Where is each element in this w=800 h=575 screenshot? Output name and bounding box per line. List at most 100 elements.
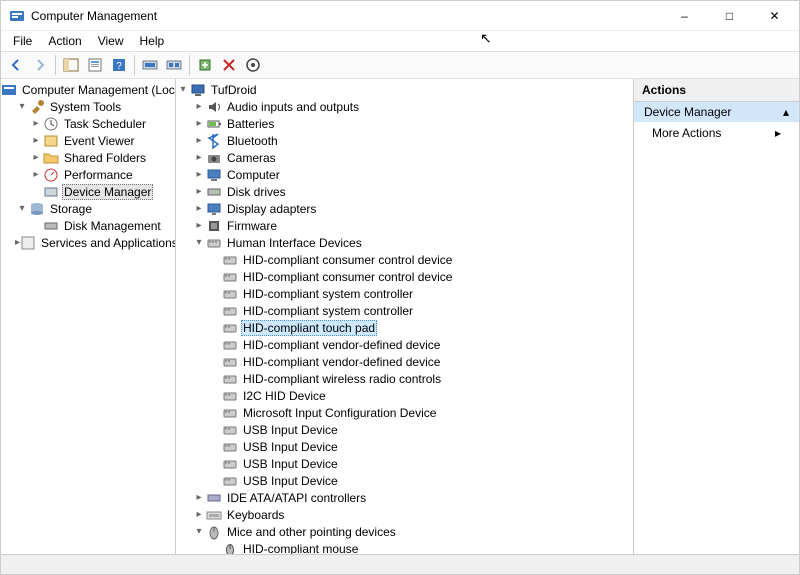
device-label: Display adapters (225, 202, 318, 216)
chevron-down-icon[interactable]: ▾ (192, 526, 206, 537)
ide-icon (206, 490, 222, 506)
clock-icon (43, 116, 59, 132)
back-button[interactable] (5, 54, 27, 76)
chevron-down-icon[interactable]: ▾ (15, 101, 29, 112)
category-audio[interactable]: ▸Audio inputs and outputs (176, 98, 633, 115)
device-item[interactable]: USB Input Device (176, 455, 633, 472)
chevron-right-icon[interactable]: ▸ (192, 169, 206, 180)
chevron-down-icon[interactable]: ▾ (192, 237, 206, 248)
device-item[interactable]: USB Input Device (176, 421, 633, 438)
chevron-right-icon[interactable]: ▸ (29, 152, 43, 163)
device-item[interactable]: HID-compliant system controller (176, 302, 633, 319)
console-tree[interactable]: Computer Management (Local) ▾ System Too… (1, 79, 176, 554)
device-label: HID-compliant vendor-defined device (241, 338, 442, 352)
device-label: HID-compliant vendor-defined device (241, 355, 442, 369)
uninstall-device-button[interactable] (218, 54, 240, 76)
device-label: HID-compliant mouse (241, 542, 360, 555)
menu-view[interactable]: View (90, 32, 132, 50)
view-resources-button[interactable] (163, 54, 185, 76)
device-item[interactable]: Microsoft Input Configuration Device (176, 404, 633, 421)
chevron-right-icon[interactable]: ▸ (192, 135, 206, 146)
tree-device-manager[interactable]: Device Manager (1, 183, 175, 200)
tree-services-apps[interactable]: ▸ Services and Applications (1, 234, 175, 251)
device-item[interactable]: HID-compliant mouse (176, 540, 633, 554)
help-button[interactable]: ? (108, 54, 130, 76)
chevron-right-icon[interactable]: ▸ (192, 118, 206, 129)
tools-icon (29, 99, 45, 115)
performance-icon (43, 167, 59, 183)
device-label: Mice and other pointing devices (225, 525, 398, 539)
view-devices-button[interactable] (139, 54, 161, 76)
category-mice[interactable]: ▾ Mice and other pointing devices (176, 523, 633, 540)
tree-shared-folders[interactable]: ▸ Shared Folders (1, 149, 175, 166)
show-hide-tree-button[interactable] (60, 54, 82, 76)
chevron-right-icon[interactable]: ▸ (192, 101, 206, 112)
device-item[interactable]: HID-compliant system controller (176, 285, 633, 302)
chevron-down-icon[interactable]: ▾ (176, 84, 190, 95)
tree-event-viewer[interactable]: ▸ Event Viewer (1, 132, 175, 149)
device-item[interactable]: HID-compliant vendor-defined device (176, 336, 633, 353)
category-display[interactable]: ▸ Display adapters (176, 200, 633, 217)
tree-disk-management[interactable]: Disk Management (1, 217, 175, 234)
device-label: IDE ATA/ATAPI controllers (225, 491, 368, 505)
category-ide[interactable]: ▸ IDE ATA/ATAPI controllers (176, 489, 633, 506)
category-keyboards[interactable]: ▸Keyboards (176, 506, 633, 523)
device-label: Firmware (225, 219, 279, 233)
category-disk[interactable]: ▸Disk drives (176, 183, 633, 200)
tree-system-tools[interactable]: ▾ System Tools (1, 98, 175, 115)
tree-performance[interactable]: ▸ Performance (1, 166, 175, 183)
chevron-right-icon[interactable]: ▸ (192, 492, 206, 503)
chevron-right-icon[interactable]: ▸ (192, 186, 206, 197)
chevron-right-icon[interactable]: ▸ (29, 169, 43, 180)
tree-root[interactable]: Computer Management (Local) (1, 81, 175, 98)
category-batteries[interactable]: ▸Batteries (176, 115, 633, 132)
category-hid[interactable]: ▾Human Interface Devices (176, 234, 633, 251)
device-item[interactable]: HID-compliant touch pad (176, 319, 633, 336)
category-computer[interactable]: ▸Computer (176, 166, 633, 183)
chevron-right-icon[interactable]: ▸ (29, 118, 43, 129)
category-bluetooth[interactable]: ▸Bluetooth (176, 132, 633, 149)
device-root[interactable]: ▾TufDroid (176, 81, 633, 98)
device-item[interactable]: USB Input Device (176, 472, 633, 489)
properties-icon-button[interactable] (84, 54, 106, 76)
tree-task-scheduler[interactable]: ▸ Task Scheduler (1, 115, 175, 132)
toolbar-separator (134, 55, 135, 75)
chevron-right-icon[interactable]: ▸ (192, 220, 206, 231)
chevron-right-icon[interactable]: ▸ (29, 135, 43, 146)
computer-icon (206, 167, 222, 183)
menu-file[interactable]: File (5, 32, 40, 50)
category-firmware[interactable]: ▸ Firmware (176, 217, 633, 234)
device-label: Microsoft Input Configuration Device (241, 406, 438, 420)
chevron-down-icon[interactable]: ▾ (15, 203, 29, 214)
close-button[interactable]: ✕ (752, 1, 797, 30)
device-tree[interactable]: ▾TufDroid▸Audio inputs and outputs▸Batte… (176, 79, 634, 554)
device-item[interactable]: HID-compliant consumer control device (176, 268, 633, 285)
forward-button[interactable] (29, 54, 51, 76)
hidchild-icon (222, 354, 238, 370)
category-cameras[interactable]: ▸ Cameras (176, 149, 633, 166)
device-item[interactable]: HID-compliant wireless radio controls (176, 370, 633, 387)
chevron-right-icon[interactable]: ▸ (192, 203, 206, 214)
chevron-right-icon[interactable]: ▸ (192, 509, 206, 520)
toolbar: ? (1, 51, 799, 79)
menu-help[interactable]: Help (132, 32, 173, 50)
menu-action[interactable]: Action (40, 32, 89, 50)
scan-hardware-button[interactable] (242, 54, 264, 76)
hidchild-icon (222, 303, 238, 319)
maximize-button[interactable]: □ (707, 1, 752, 30)
chevron-right-icon[interactable]: ▸ (192, 152, 206, 163)
tree-storage[interactable]: ▾ Storage (1, 200, 175, 217)
device-item[interactable]: I2C HID Device (176, 387, 633, 404)
device-label: I2C HID Device (241, 389, 328, 403)
actions-section-device-manager[interactable]: Device Manager ▴ (634, 102, 799, 122)
bluetooth-icon (206, 133, 222, 149)
device-item[interactable]: HID-compliant consumer control device (176, 251, 633, 268)
device-label: Cameras (225, 151, 278, 165)
actions-more[interactable]: More Actions ▸ (634, 122, 799, 144)
hid-icon (206, 235, 222, 251)
device-item[interactable]: USB Input Device (176, 438, 633, 455)
update-driver-button[interactable] (194, 54, 216, 76)
minimize-button[interactable]: – (662, 1, 707, 30)
main-area: Computer Management (Local) ▾ System Too… (1, 79, 799, 554)
device-item[interactable]: HID-compliant vendor-defined device (176, 353, 633, 370)
